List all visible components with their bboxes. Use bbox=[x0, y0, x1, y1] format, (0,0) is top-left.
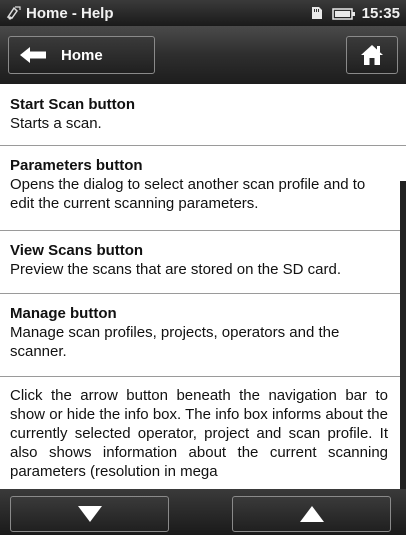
sd-card-icon bbox=[311, 6, 323, 20]
home-icon bbox=[360, 44, 384, 66]
status-bar: Home - Help 15:35 bbox=[0, 0, 406, 26]
section-text: Starts a scan. bbox=[10, 115, 102, 132]
home-button[interactable] bbox=[346, 36, 398, 74]
scanner-app-icon bbox=[6, 5, 22, 21]
section-text: Manage scan profiles, projects, operator… bbox=[10, 324, 340, 360]
battery-icon bbox=[331, 7, 356, 20]
scroll-down-button[interactable] bbox=[10, 496, 169, 532]
help-section-view-scans: View Scans button Preview the scans that… bbox=[0, 231, 406, 294]
scroll-up-icon bbox=[299, 505, 325, 523]
scrollbar[interactable] bbox=[400, 181, 406, 489]
section-text: Click the arrow button beneath the navig… bbox=[10, 387, 388, 480]
scroll-up-button[interactable] bbox=[232, 496, 391, 532]
bottom-bar bbox=[0, 489, 406, 535]
back-home-button[interactable]: Home bbox=[8, 36, 155, 74]
section-text: Preview the scans that are stored on the… bbox=[10, 261, 342, 278]
back-button-label: Home bbox=[61, 46, 103, 64]
window-title: Home - Help bbox=[26, 4, 114, 22]
help-section-start-scan: Start Scan button Starts a scan. bbox=[0, 84, 406, 146]
nav-bar: Home bbox=[0, 26, 406, 84]
section-text: Opens the dialog to select another scan … bbox=[10, 176, 366, 212]
scroll-down-icon bbox=[77, 505, 103, 523]
help-section-info-box: Click the arrow button beneath the navig… bbox=[0, 377, 406, 481]
status-left: Home - Help bbox=[0, 5, 114, 22]
section-title: View Scans button bbox=[10, 242, 144, 259]
section-title: Parameters button bbox=[10, 157, 143, 174]
help-section-manage: Manage button Manage scan profiles, proj… bbox=[0, 294, 406, 377]
clock: 15:35 bbox=[361, 4, 400, 22]
help-section-parameters: Parameters button Opens the dialog to se… bbox=[0, 146, 406, 231]
status-right: 15:35 bbox=[311, 5, 406, 22]
section-title: Manage button bbox=[10, 305, 117, 322]
back-arrow-icon bbox=[19, 46, 47, 64]
help-content[interactable]: Start Scan button Starts a scan. Paramet… bbox=[0, 84, 406, 489]
section-title: Start Scan button bbox=[10, 96, 136, 113]
